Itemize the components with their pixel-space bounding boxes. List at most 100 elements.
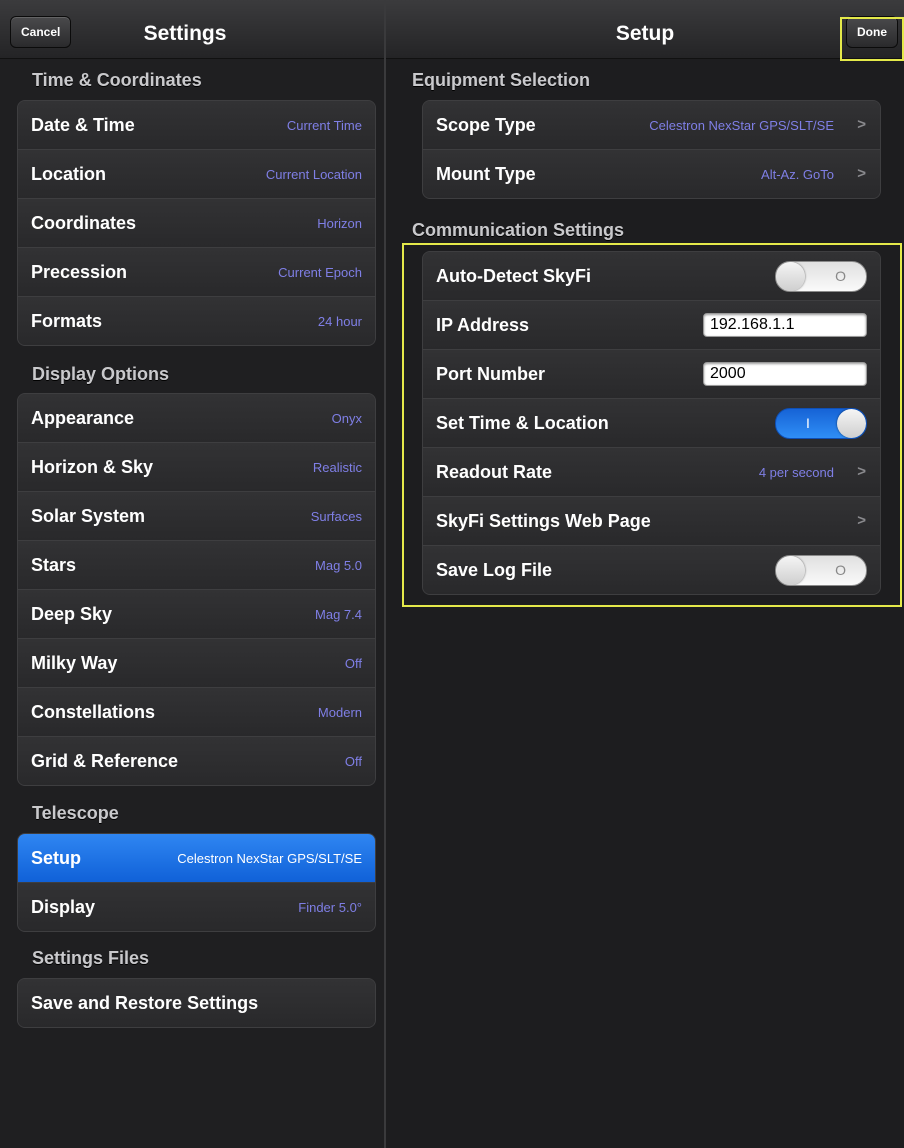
auto-detect-toggle[interactable]: O bbox=[775, 261, 867, 292]
row-label: Formats bbox=[31, 311, 103, 331]
row-label: Display bbox=[31, 897, 96, 917]
row-label: Port Number bbox=[436, 364, 546, 384]
row-stars[interactable]: Stars Mag 5.0 bbox=[18, 541, 375, 590]
row-value: Realistic bbox=[312, 460, 362, 475]
row-value: Mag 5.0 bbox=[315, 558, 362, 573]
group-display-options: Appearance Onyx Horizon & Sky Realistic … bbox=[17, 393, 376, 786]
ip-address-input[interactable] bbox=[703, 313, 867, 337]
row-label: Auto-Detect SkyFi bbox=[436, 266, 592, 286]
done-button[interactable]: Done bbox=[846, 16, 898, 48]
row-solar-system[interactable]: Solar System Surfaces bbox=[18, 492, 375, 541]
row-value: Celestron NexStar GPS/SLT/SE bbox=[649, 118, 834, 133]
toggle-knob bbox=[837, 409, 866, 438]
row-label: Solar System bbox=[31, 506, 146, 526]
row-formats[interactable]: Formats 24 hour bbox=[18, 297, 375, 345]
row-label: Grid & Reference bbox=[31, 751, 179, 771]
section-header-display: Display Options bbox=[32, 364, 170, 384]
row-label: SkyFi Settings Web Page bbox=[436, 511, 651, 531]
section-header-telescope: Telescope bbox=[32, 803, 119, 823]
settings-sidebar: Cancel Settings Time & Coordinates Date … bbox=[0, 0, 384, 1148]
group-telescope: Setup Celestron NexStar GPS/SLT/SE Displ… bbox=[17, 833, 376, 932]
row-ip-address: IP Address bbox=[423, 301, 880, 350]
toggle-knob bbox=[776, 262, 805, 291]
row-location[interactable]: Location Current Location bbox=[18, 150, 375, 199]
row-value: Mag 7.4 bbox=[315, 607, 362, 622]
row-label: Precession bbox=[31, 262, 128, 282]
row-coordinates[interactable]: Coordinates Horizon bbox=[18, 199, 375, 248]
row-label: Mount Type bbox=[436, 164, 536, 184]
row-label: Save and Restore Settings bbox=[31, 993, 259, 1013]
toggle-off-glyph: O bbox=[835, 562, 846, 578]
row-auto-detect-skyfi: Auto-Detect SkyFi O bbox=[423, 252, 880, 301]
setup-title: Setup bbox=[615, 22, 675, 45]
group-time-coordinates: Date & Time Current Time Location Curren… bbox=[17, 100, 376, 346]
row-readout-rate[interactable]: Readout Rate 4 per second > bbox=[423, 448, 880, 497]
row-label: Date & Time bbox=[31, 115, 135, 135]
row-label: Milky Way bbox=[31, 653, 118, 673]
row-value: Surfaces bbox=[310, 509, 362, 524]
cancel-button[interactable]: Cancel bbox=[10, 16, 72, 48]
row-value: Off bbox=[344, 754, 362, 769]
row-precession[interactable]: Precession Current Epoch bbox=[18, 248, 375, 297]
row-label: Set Time & Location bbox=[436, 413, 609, 433]
row-milky-way[interactable]: Milky Way Off bbox=[18, 639, 375, 688]
row-save-restore[interactable]: Save and Restore Settings bbox=[18, 979, 375, 1027]
row-value: Celestron NexStar GPS/SLT/SE bbox=[177, 851, 362, 866]
row-grid-reference[interactable]: Grid & Reference Off bbox=[18, 737, 375, 785]
section-header-time: Time & Coordinates bbox=[32, 70, 202, 90]
group-communication: Auto-Detect SkyFi O IP Address Port Numb… bbox=[422, 251, 881, 595]
row-setup[interactable]: Setup Celestron NexStar GPS/SLT/SE bbox=[18, 834, 375, 883]
row-label: Appearance bbox=[31, 408, 135, 428]
section-header-communication: Communication Settings bbox=[412, 220, 625, 240]
chevron-right-icon: > bbox=[857, 463, 866, 480]
chevron-right-icon: > bbox=[857, 165, 866, 182]
row-value: Finder 5.0° bbox=[298, 900, 362, 915]
row-value: Alt-Az. GoTo bbox=[761, 167, 834, 182]
toggle-off-glyph: O bbox=[835, 268, 846, 284]
row-deep-sky[interactable]: Deep Sky Mag 7.4 bbox=[18, 590, 375, 639]
row-label: Readout Rate bbox=[436, 462, 553, 482]
set-time-location-toggle[interactable]: I bbox=[775, 408, 867, 439]
toggle-knob bbox=[776, 556, 805, 585]
row-skyfi-web-page[interactable]: SkyFi Settings Web Page > bbox=[423, 497, 880, 546]
save-log-toggle[interactable]: O bbox=[775, 555, 867, 586]
row-label: Setup bbox=[31, 848, 82, 868]
row-label: Constellations bbox=[31, 702, 156, 722]
row-port-number: Port Number bbox=[423, 350, 880, 399]
row-label: Stars bbox=[31, 555, 77, 575]
row-label: Deep Sky bbox=[31, 604, 113, 624]
row-label: Coordinates bbox=[31, 213, 137, 233]
setup-navbar: Setup Done bbox=[386, 0, 904, 59]
chevron-right-icon: > bbox=[857, 116, 866, 133]
row-date-time[interactable]: Date & Time Current Time bbox=[18, 101, 375, 150]
row-set-time-location: Set Time & Location I bbox=[423, 399, 880, 448]
row-appearance[interactable]: Appearance Onyx bbox=[18, 394, 375, 443]
row-save-log-file: Save Log File O bbox=[423, 546, 880, 594]
row-value: 24 hour bbox=[317, 314, 362, 329]
row-value: Current Time bbox=[286, 118, 362, 133]
row-value: Horizon bbox=[317, 216, 362, 231]
row-value: Off bbox=[344, 656, 362, 671]
settings-title: Settings bbox=[143, 22, 227, 45]
chevron-right-icon: > bbox=[857, 512, 866, 529]
port-number-input[interactable] bbox=[703, 362, 867, 386]
row-constellations[interactable]: Constellations Modern bbox=[18, 688, 375, 737]
setup-detail-pane: Setup Done Equipment Selection Scope Typ… bbox=[386, 0, 904, 1148]
row-value: Current Location bbox=[265, 167, 362, 182]
row-label: Location bbox=[31, 164, 106, 184]
row-label: IP Address bbox=[436, 315, 530, 335]
settings-navbar: Cancel Settings bbox=[0, 0, 384, 59]
row-value: 4 per second bbox=[758, 465, 834, 480]
row-label: Scope Type bbox=[436, 115, 536, 135]
row-value: Modern bbox=[317, 705, 362, 720]
row-label: Horizon & Sky bbox=[31, 457, 154, 477]
toggle-on-glyph: I bbox=[806, 415, 810, 431]
row-mount-type[interactable]: Mount Type Alt-Az. GoTo > bbox=[423, 150, 880, 198]
section-header-equipment: Equipment Selection bbox=[412, 70, 591, 90]
row-label: Save Log File bbox=[436, 560, 553, 580]
row-display[interactable]: Display Finder 5.0° bbox=[18, 883, 375, 931]
row-horizon-sky[interactable]: Horizon & Sky Realistic bbox=[18, 443, 375, 492]
row-value: Current Epoch bbox=[278, 265, 362, 280]
section-header-settings-files: Settings Files bbox=[32, 948, 150, 968]
row-scope-type[interactable]: Scope Type Celestron NexStar GPS/SLT/SE … bbox=[423, 101, 880, 150]
